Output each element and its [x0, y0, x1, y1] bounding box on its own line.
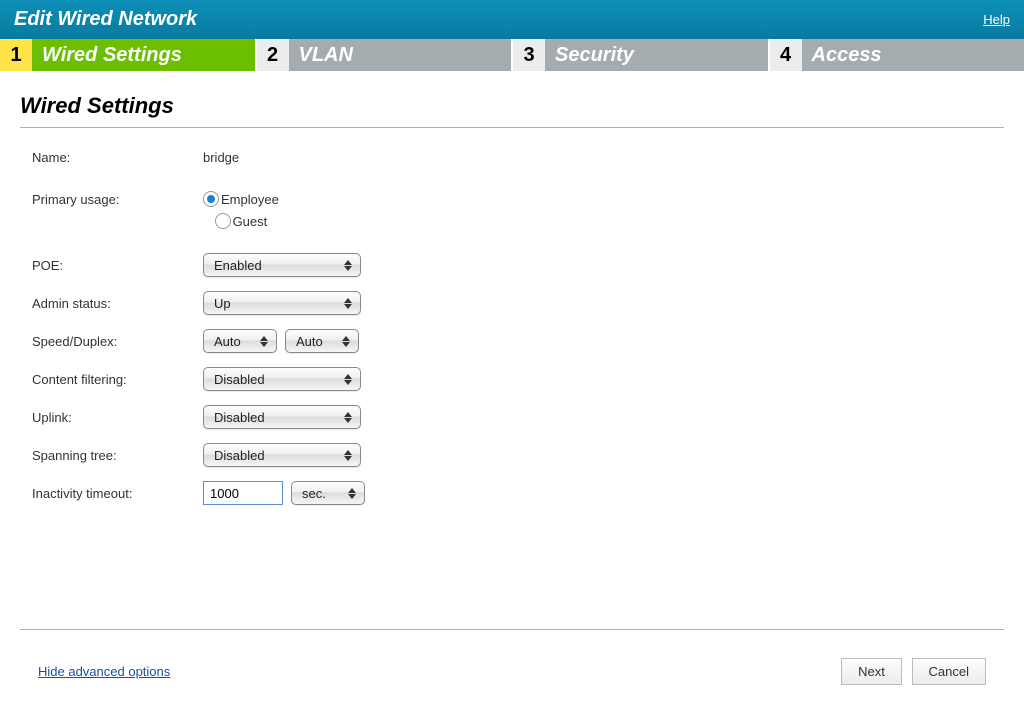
divider: [20, 127, 1004, 128]
select-value: Enabled: [214, 258, 262, 273]
footer-buttons: Next Cancel: [835, 658, 986, 685]
next-button[interactable]: Next: [841, 658, 902, 685]
select-value: Disabled: [214, 448, 265, 463]
label-uplink: Uplink:: [20, 410, 203, 425]
value-name: bridge: [203, 150, 239, 165]
advanced-options-link[interactable]: Hide advanced options: [38, 664, 170, 679]
updown-icon: [260, 336, 268, 347]
updown-icon: [344, 412, 352, 423]
radio-item-employee[interactable]: Employee: [203, 191, 279, 207]
select-admin-status[interactable]: Up: [203, 291, 361, 315]
updown-icon: [344, 298, 352, 309]
dialog-header: Edit Wired Network Help: [0, 0, 1024, 39]
select-value: Auto: [296, 334, 323, 349]
radio-employee[interactable]: [203, 191, 219, 207]
step-label: Access: [812, 44, 882, 67]
row-primary-usage: Primary usage: Employee Guest: [20, 191, 1004, 229]
content-area: Wired Settings Name: bridge Primary usag…: [0, 71, 1024, 529]
primary-usage-radio-group: Employee Guest: [203, 191, 279, 229]
select-content-filtering[interactable]: Disabled: [203, 367, 361, 391]
select-value: Auto: [214, 334, 241, 349]
select-speed[interactable]: Auto: [203, 329, 277, 353]
updown-icon: [348, 488, 356, 499]
step-vlan[interactable]: 2 VLAN: [257, 39, 514, 71]
label-name: Name:: [20, 150, 203, 165]
cancel-button[interactable]: Cancel: [912, 658, 986, 685]
row-name: Name: bridge: [20, 150, 1004, 165]
footer-divider: [20, 629, 1004, 630]
row-content-filtering: Content filtering: Disabled: [20, 367, 1004, 391]
step-number: 3: [513, 39, 545, 71]
select-value: Disabled: [214, 372, 265, 387]
updown-icon: [344, 260, 352, 271]
label-primary-usage: Primary usage:: [20, 191, 203, 207]
label-content-filtering: Content filtering:: [20, 372, 203, 387]
updown-icon: [344, 450, 352, 461]
radio-label-guest: Guest: [233, 214, 268, 229]
step-label: VLAN: [299, 44, 353, 67]
section-title: Wired Settings: [20, 93, 1004, 119]
step-number: 1: [0, 39, 32, 71]
footer: Hide advanced options Next Cancel: [20, 629, 1004, 685]
step-security[interactable]: 3 Security: [513, 39, 770, 71]
step-label: Security: [555, 44, 634, 67]
input-inactivity-timeout[interactable]: [203, 481, 283, 505]
step-number: 2: [257, 39, 289, 71]
step-number: 4: [770, 39, 802, 71]
radio-guest[interactable]: [215, 213, 231, 229]
select-value: sec.: [302, 486, 326, 501]
step-access[interactable]: 4 Access: [770, 39, 1024, 71]
step-wired-settings[interactable]: 1 Wired Settings: [0, 39, 257, 71]
label-spanning-tree: Spanning tree:: [20, 448, 203, 463]
row-poe: POE: Enabled: [20, 253, 1004, 277]
radio-item-guest[interactable]: Guest: [215, 213, 268, 229]
select-value: Up: [214, 296, 231, 311]
select-timeout-unit[interactable]: sec.: [291, 481, 365, 505]
help-link[interactable]: Help: [983, 12, 1010, 27]
dialog-title: Edit Wired Network: [14, 8, 197, 31]
label-inactivity-timeout: Inactivity timeout:: [20, 486, 203, 501]
select-spanning-tree[interactable]: Disabled: [203, 443, 361, 467]
radio-label-employee: Employee: [221, 192, 279, 207]
label-speed-duplex: Speed/Duplex:: [20, 334, 203, 349]
label-admin-status: Admin status:: [20, 296, 203, 311]
row-speed-duplex: Speed/Duplex: Auto Auto: [20, 329, 1004, 353]
row-inactivity-timeout: Inactivity timeout: sec.: [20, 481, 1004, 505]
select-duplex[interactable]: Auto: [285, 329, 359, 353]
row-spanning-tree: Spanning tree: Disabled: [20, 443, 1004, 467]
select-uplink[interactable]: Disabled: [203, 405, 361, 429]
select-value: Disabled: [214, 410, 265, 425]
row-admin-status: Admin status: Up: [20, 291, 1004, 315]
row-uplink: Uplink: Disabled: [20, 405, 1004, 429]
updown-icon: [344, 374, 352, 385]
select-poe[interactable]: Enabled: [203, 253, 361, 277]
step-label: Wired Settings: [42, 44, 182, 67]
wizard-steps: 1 Wired Settings 2 VLAN 3 Security 4 Acc…: [0, 39, 1024, 71]
updown-icon: [342, 336, 350, 347]
label-poe: POE:: [20, 258, 203, 273]
